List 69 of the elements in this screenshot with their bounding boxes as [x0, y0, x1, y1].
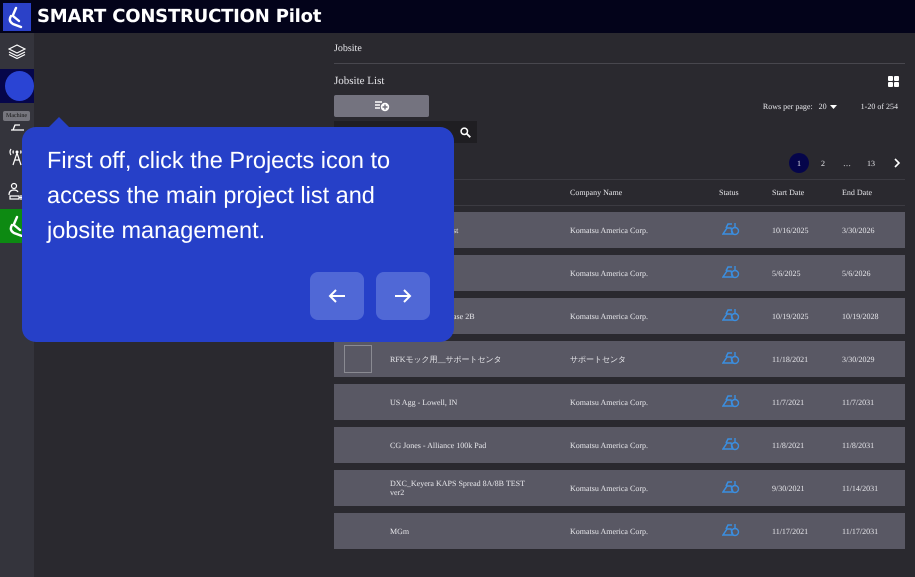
machine-status-icon — [722, 523, 740, 537]
page-button[interactable]: 13 — [861, 153, 881, 173]
jobsite-name: US Agg - Lowell, IN — [390, 398, 458, 406]
add-list-icon — [374, 100, 390, 112]
arrow-left-icon — [327, 288, 347, 304]
column-header[interactable]: Status — [719, 188, 772, 197]
jobsite-name: DXC_Keyera KAPS Spread 8A/8B TEST ver2 — [390, 479, 525, 497]
start-date: 11/7/2021 — [772, 398, 804, 406]
machine-status-icon — [722, 265, 740, 279]
end-date: 11/8/2031 — [842, 440, 874, 450]
column-header[interactable]: End Date — [842, 188, 905, 197]
machine-status-icon — [722, 351, 740, 365]
previous-button[interactable] — [310, 272, 364, 320]
column-header[interactable]: Start Date — [772, 188, 842, 197]
jobsite-name: MGm — [390, 526, 410, 536]
end-date: 10/19/2028 — [842, 312, 878, 320]
company-name: Komatsu America Corp. — [570, 268, 648, 278]
layers-icon — [8, 43, 26, 59]
app-title: SMART CONSTRUCTION Pilot — [37, 6, 322, 27]
company-name: Komatsu America Corp. — [570, 526, 648, 536]
machine-icon — [10, 124, 24, 130]
company-name: Komatsu America Corp. — [570, 226, 648, 234]
table-row[interactable]: CG Jones - Alliance 100k Pad Komatsu America Corp. 11/8/2021 11/8/2031 — [334, 427, 905, 463]
end-date: 11/14/2031 — [842, 484, 878, 492]
machine-status-icon — [722, 437, 740, 451]
start-date: 11/18/2021 — [772, 354, 808, 364]
list-title: Jobsite List — [334, 75, 384, 87]
end-date: 5/6/2026 — [842, 268, 870, 278]
search-icon[interactable] — [460, 126, 471, 138]
column-header[interactable]: Company Name — [570, 188, 719, 197]
end-date: 3/30/2026 — [842, 226, 874, 234]
company-name: サポートセンタ — [570, 354, 626, 364]
start-date: 10/16/2025 — [772, 226, 808, 234]
arrow-right-icon — [393, 288, 413, 304]
next-button[interactable] — [376, 272, 430, 320]
rows-per-page-select[interactable]: 20 — [818, 102, 837, 111]
machine-status-icon — [722, 222, 740, 236]
end-date: 3/30/2029 — [842, 354, 874, 364]
breadcrumb: Jobsite — [334, 43, 362, 54]
start-date: 11/8/2021 — [772, 440, 804, 450]
table-row[interactable]: RFKモック用__サポートセンタ サポートセンタ 11/18/2021 3/30/2029 — [334, 341, 905, 377]
page-range: 1-20 of 254 — [860, 102, 898, 111]
start-date: 11/17/2021 — [772, 526, 808, 536]
machine-status-icon — [722, 480, 740, 494]
company-name: Komatsu America Corp. — [570, 440, 648, 450]
table-row[interactable]: US Agg - Lowell, IN Komatsu America Corp. 11/7/2021 11/7/2031 — [334, 384, 905, 420]
page-button[interactable]: … — [837, 153, 857, 173]
page-button[interactable]: 2 — [813, 153, 833, 173]
next-page-icon[interactable] — [893, 158, 901, 168]
company-name: Komatsu America Corp. — [570, 312, 648, 320]
table-row[interactable]: DXC_Keyera KAPS Spread 8A/8B TEST ver2 Komatsu America Corp. 9/30/2021 11/14/2031 — [334, 470, 905, 506]
end-date: 11/17/2031 — [842, 526, 878, 536]
end-date: 11/7/2031 — [842, 398, 874, 406]
start-date: 5/6/2025 — [772, 268, 800, 278]
machine-status-icon — [722, 394, 740, 408]
company-name: Komatsu America Corp. — [570, 484, 648, 492]
spotlight-circle — [5, 71, 34, 101]
company-name: Komatsu America Corp. — [570, 398, 648, 406]
grid-view-icon[interactable] — [888, 76, 899, 86]
start-date: 9/30/2021 — [772, 484, 804, 492]
page-button[interactable]: 1 — [789, 153, 809, 173]
rows-per-page-label: Rows per page: — [762, 102, 813, 111]
machine-status-icon — [722, 308, 740, 322]
start-date: 10/19/2025 — [772, 312, 808, 320]
jobsite-name: RFKモック用__サポートセンタ — [390, 354, 502, 364]
table-row[interactable]: MGm Komatsu America Corp. 11/17/2021 11/17/2031 — [334, 513, 905, 549]
jobsite-name: CG Jones - Alliance 100k Pad — [390, 440, 486, 450]
add-jobsite-button[interactable] — [334, 95, 429, 117]
caret-icon — [830, 104, 837, 108]
